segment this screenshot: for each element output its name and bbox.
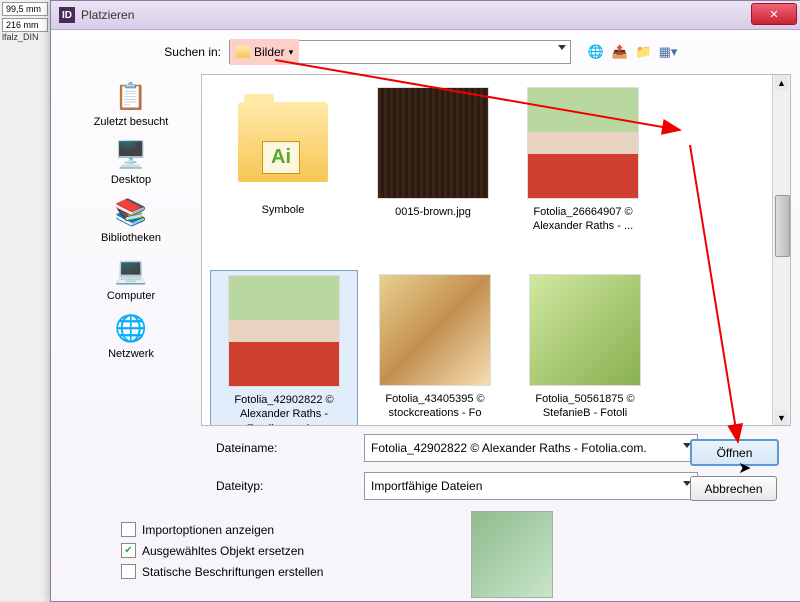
- place-desktop[interactable]: 🖥️Desktop: [111, 136, 151, 186]
- close-button[interactable]: ✕: [751, 3, 797, 25]
- titlebar: ID Platzieren ✕: [51, 1, 800, 30]
- desktop-icon: 🖥️: [111, 136, 151, 172]
- image-thumb: [378, 88, 488, 198]
- checkbox-import-options[interactable]: [121, 522, 136, 537]
- image-thumb: [380, 275, 490, 385]
- document-tab: lfalz_DIN: [0, 30, 41, 44]
- ruler-x: 99,5 mm: [2, 2, 48, 16]
- check-label: Statische Beschriftungen erstellen: [142, 565, 323, 579]
- place-recent[interactable]: 📋Zuletzt besucht: [94, 78, 169, 128]
- back-button[interactable]: 🌐: [587, 43, 605, 61]
- folder-icon: Ai: [238, 102, 328, 182]
- folder-icon: [236, 46, 250, 58]
- filetype-value: Importfähige Dateien: [371, 479, 482, 493]
- up-button[interactable]: 📤: [611, 43, 629, 61]
- background-app: 99,5 mm 216 mm lfalz_DIN: [0, 0, 51, 600]
- search-in-label: Suchen in:: [151, 45, 221, 59]
- search-in-combo[interactable]: Bilder ▾: [229, 40, 571, 64]
- filename-value: Fotolia_42902822 © Alexander Raths - Fot…: [371, 441, 647, 455]
- indesign-icon: ID: [59, 7, 75, 23]
- view-menu-button[interactable]: ▦▾: [659, 43, 677, 61]
- filetype-combo[interactable]: Importfähige Dateien: [364, 472, 698, 500]
- network-icon: 🌐: [111, 310, 151, 346]
- filetype-label: Dateityp:: [216, 479, 356, 493]
- place-network[interactable]: 🌐Netzwerk: [108, 310, 154, 360]
- scroll-down-icon[interactable]: ▼: [775, 410, 788, 425]
- file-list[interactable]: Ai Symbole 0015-brown.jpg Fotolia_266649…: [201, 74, 791, 426]
- check-label: Ausgewähltes Objekt ersetzen: [142, 544, 304, 558]
- checkbox-replace-selected[interactable]: ✔: [121, 543, 136, 558]
- current-folder-highlight: Bilder ▾: [230, 39, 299, 65]
- image-thumb: [229, 276, 339, 386]
- place-computer[interactable]: 💻Computer: [107, 252, 155, 302]
- places-sidebar: 📋Zuletzt besucht 🖥️Desktop 📚Bibliotheken…: [61, 74, 201, 426]
- check-label: Importoptionen anzeigen: [142, 523, 274, 537]
- new-folder-button[interactable]: 📁: [635, 43, 653, 61]
- preview-thumbnail: [471, 511, 553, 598]
- checkbox-static-captions[interactable]: [121, 564, 136, 579]
- current-folder-name: Bilder: [254, 45, 285, 59]
- file-item[interactable]: Fotolia_43405395 © stockcreations - Fo: [362, 270, 508, 425]
- image-thumb: [528, 88, 638, 198]
- search-in-row: Suchen in: Bilder ▾ 🌐 📤 📁 ▦▾: [51, 30, 800, 74]
- filename-combo[interactable]: Fotolia_42902822 © Alexander Raths - Fot…: [364, 434, 698, 462]
- nav-toolbar: 🌐 📤 📁 ▦▾: [587, 43, 677, 61]
- recent-icon: 📋: [111, 78, 151, 114]
- file-item-selected[interactable]: Fotolia_42902822 © Alexander Raths - Fot…: [210, 270, 358, 425]
- chevron-down-icon: [558, 45, 566, 50]
- computer-icon: 💻: [111, 252, 151, 288]
- place-dialog: ID Platzieren ✕ Suchen in: Bilder ▾ 🌐 📤 …: [50, 0, 800, 602]
- close-icon: ✕: [769, 8, 778, 21]
- file-item[interactable]: Fotolia_26664907 © Alexander Raths - ...: [510, 83, 656, 266]
- dialog-title: Platzieren: [81, 8, 134, 22]
- file-item-folder[interactable]: Ai Symbole: [210, 83, 356, 266]
- filename-label: Dateiname:: [216, 441, 356, 455]
- cancel-button[interactable]: Abbrechen: [690, 476, 777, 501]
- image-thumb: [530, 275, 640, 385]
- scrollbar[interactable]: ▲ ▼: [772, 75, 790, 425]
- scroll-thumb[interactable]: [775, 195, 790, 257]
- libraries-icon: 📚: [111, 194, 151, 230]
- scroll-up-icon[interactable]: ▲: [775, 75, 788, 90]
- place-libraries[interactable]: 📚Bibliotheken: [101, 194, 161, 244]
- file-item[interactable]: 0015-brown.jpg: [360, 83, 506, 266]
- file-item[interactable]: Fotolia_50561875 © StefanieB - Fotoli: [512, 270, 658, 425]
- open-button[interactable]: Öffnen: [690, 439, 779, 466]
